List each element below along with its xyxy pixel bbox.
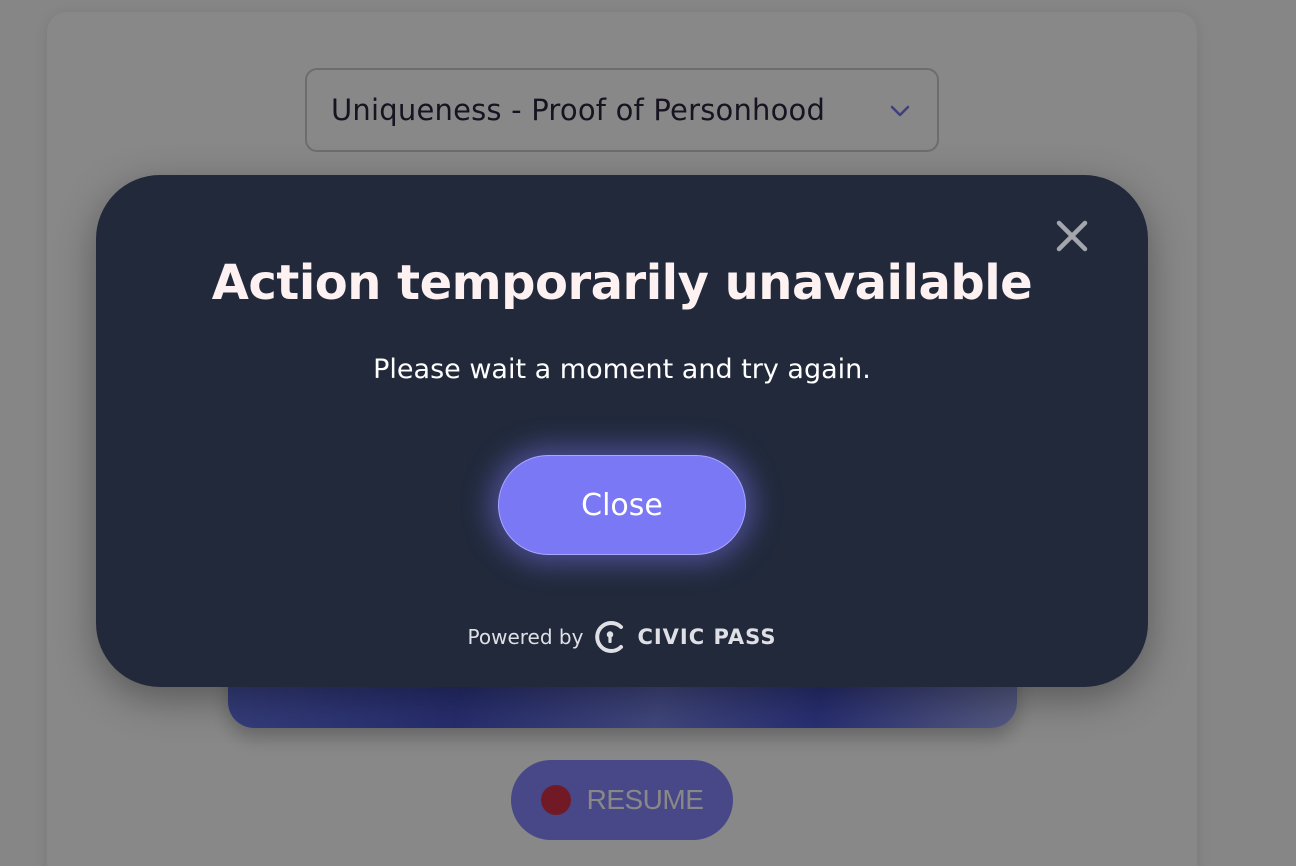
close-button-label: Close: [581, 487, 663, 523]
powered-by-footer: Powered by CIVIC PASS: [96, 618, 1148, 656]
modal-message: Please wait a moment and try again.: [373, 354, 871, 385]
civic-logo-icon: [595, 621, 624, 653]
close-button[interactable]: Close: [498, 455, 746, 555]
screen: Uniqueness - Proof of Personhood RESUME …: [0, 0, 1296, 866]
close-icon[interactable]: [1051, 215, 1093, 257]
error-modal: Action temporarily unavailable Please wa…: [96, 175, 1148, 687]
modal-title: Action temporarily unavailable: [211, 255, 1033, 311]
brand-name: CIVIC PASS: [637, 625, 777, 649]
powered-by-text: Powered by: [467, 625, 584, 649]
